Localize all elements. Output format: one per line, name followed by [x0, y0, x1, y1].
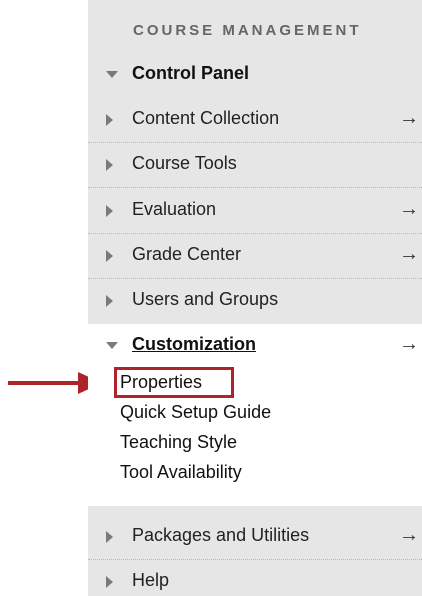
- control-panel-label: Control Panel: [132, 63, 250, 83]
- customization-block: Customization → Properties Quick Setup G…: [88, 324, 422, 506]
- menu-item-course-tools[interactable]: Course Tools: [88, 143, 422, 188]
- menu-item-control-panel[interactable]: Control Panel: [88, 53, 422, 97]
- menu-item-packages-and-utilities[interactable]: Packages and Utilities →: [88, 515, 422, 560]
- arrow-right-icon[interactable]: →: [399, 198, 419, 221]
- triangle-down-icon: [106, 342, 118, 349]
- triangle-down-icon: [106, 71, 118, 78]
- arrow-right-icon[interactable]: →: [399, 107, 419, 130]
- menu-item-help[interactable]: Help: [88, 560, 422, 596]
- menu-item-customization[interactable]: Customization →: [88, 324, 422, 368]
- triangle-right-icon: [106, 576, 113, 588]
- menu-item-grade-center[interactable]: Grade Center →: [88, 234, 422, 279]
- submenu-item-teaching-style[interactable]: Teaching Style: [120, 432, 237, 453]
- submenu-item-properties[interactable]: Properties: [120, 372, 202, 393]
- submenu-item-tool-availability[interactable]: Tool Availability: [120, 462, 242, 483]
- arrow-right-icon[interactable]: →: [399, 243, 419, 266]
- menu-item-content-collection[interactable]: Content Collection →: [88, 98, 422, 143]
- arrow-right-icon[interactable]: →: [399, 524, 419, 547]
- screenshot-stage: COURSE MANAGEMENT Control Panel Content …: [0, 0, 422, 596]
- section-title: COURSE MANAGEMENT: [133, 22, 362, 39]
- menu-item-label: Evaluation: [132, 199, 217, 219]
- menu-item-label: Packages and Utilities: [132, 525, 310, 545]
- menu-item-label: Users and Groups: [132, 289, 279, 309]
- triangle-right-icon: [106, 250, 113, 262]
- triangle-right-icon: [106, 114, 113, 126]
- menu-item-label: Grade Center: [132, 244, 242, 264]
- submenu-item-quick-setup-guide[interactable]: Quick Setup Guide: [120, 402, 271, 423]
- course-management-panel: COURSE MANAGEMENT Control Panel Content …: [88, 0, 422, 596]
- menu-item-users-and-groups[interactable]: Users and Groups: [88, 279, 422, 323]
- menu-item-label: Content Collection: [132, 108, 280, 128]
- menu-item-label: Help: [132, 570, 170, 590]
- triangle-right-icon: [106, 159, 113, 171]
- customization-label[interactable]: Customization: [132, 334, 256, 355]
- menu-item-evaluation[interactable]: Evaluation →: [88, 189, 422, 234]
- arrow-right-icon[interactable]: →: [399, 333, 419, 356]
- menu-item-label: Course Tools: [132, 153, 237, 173]
- triangle-right-icon: [106, 531, 113, 543]
- triangle-right-icon: [106, 295, 113, 307]
- triangle-right-icon: [106, 205, 113, 217]
